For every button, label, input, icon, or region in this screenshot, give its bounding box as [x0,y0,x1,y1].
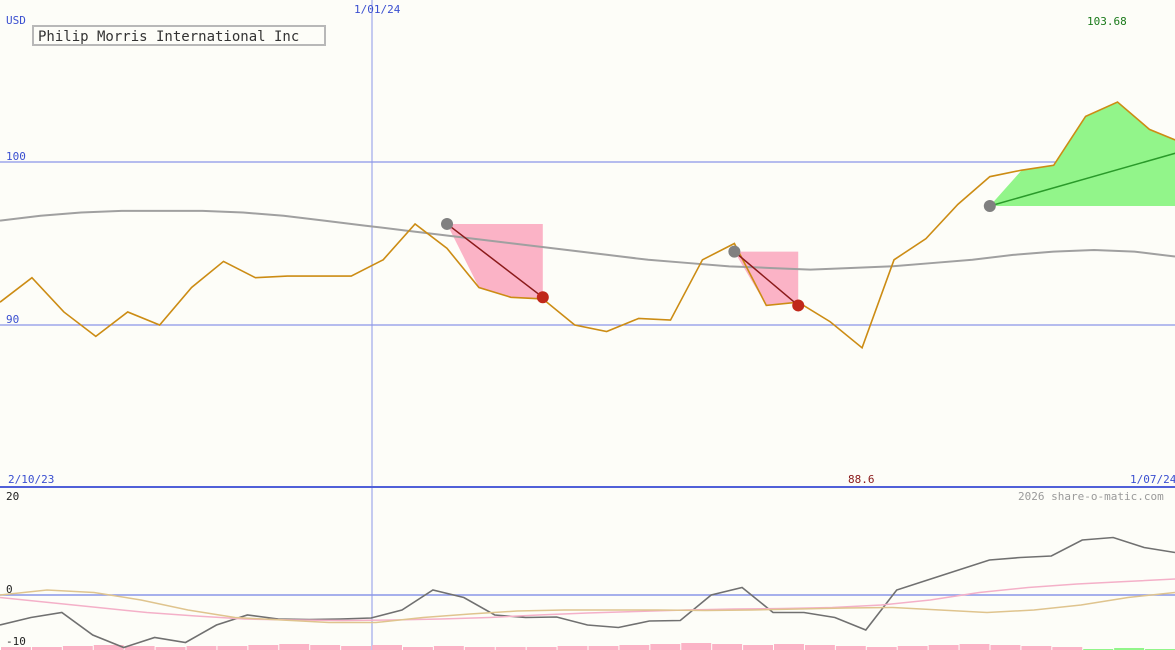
osc-tick-label-20: 20 [6,490,20,503]
osc-bar [186,646,217,650]
osc-bar [928,645,959,650]
signal-area-2 [989,102,1175,207]
end-date-label: 1/07/24 [1130,473,1175,486]
osc-line-1 [0,578,1175,622]
osc-bar [588,646,619,650]
osc-bar [279,644,310,650]
start-date-label: 2/10/23 [8,473,55,486]
signal-end-dot [792,299,805,312]
stock-chart [0,0,1175,650]
currency-label: USD [6,14,26,27]
signal-start-dot [983,200,996,213]
osc-bar [743,645,774,650]
osc-bar [897,646,928,650]
osc-tick-label-minus10: -10 [6,635,26,648]
osc-bar [341,646,372,650]
osc-bar [433,646,464,650]
osc-bar [62,646,93,650]
moving-average-line [0,209,1175,271]
osc-bar [372,645,402,650]
signal-end-dot [536,291,549,304]
chart-title: Philip Morris International Inc [38,29,300,45]
chart-title-box: Philip Morris International Inc [32,25,326,46]
signal-start-dot [441,217,454,230]
osc-bar [681,643,712,650]
osc-bar [650,644,681,650]
osc-bar [217,646,248,650]
watermark: 2026 share-o-matic.com [1018,490,1164,503]
osc-bar [310,645,341,650]
osc-bar [124,646,155,650]
osc-bar [619,645,650,650]
osc-bar [959,644,990,650]
price-line [0,101,1175,350]
date-marker-label: 1/01/24 [354,3,401,16]
max-value-label: 103.68 [1087,15,1127,28]
osc-bar [990,645,1021,650]
osc-line-0 [0,536,1175,649]
osc-bar [557,646,588,650]
y-tick-label-100: 100 [6,150,26,163]
osc-bar [248,645,279,650]
osc-bar [1021,646,1052,650]
osc-bar [774,644,804,650]
osc-bar [835,646,866,650]
y-tick-label-90: 90 [6,313,20,326]
osc-bar [804,645,835,650]
osc-tick-label-0: 0 [6,583,13,596]
signal-start-dot [728,245,741,258]
osc-bar [712,644,743,650]
min-value-label: 88.6 [848,473,875,486]
